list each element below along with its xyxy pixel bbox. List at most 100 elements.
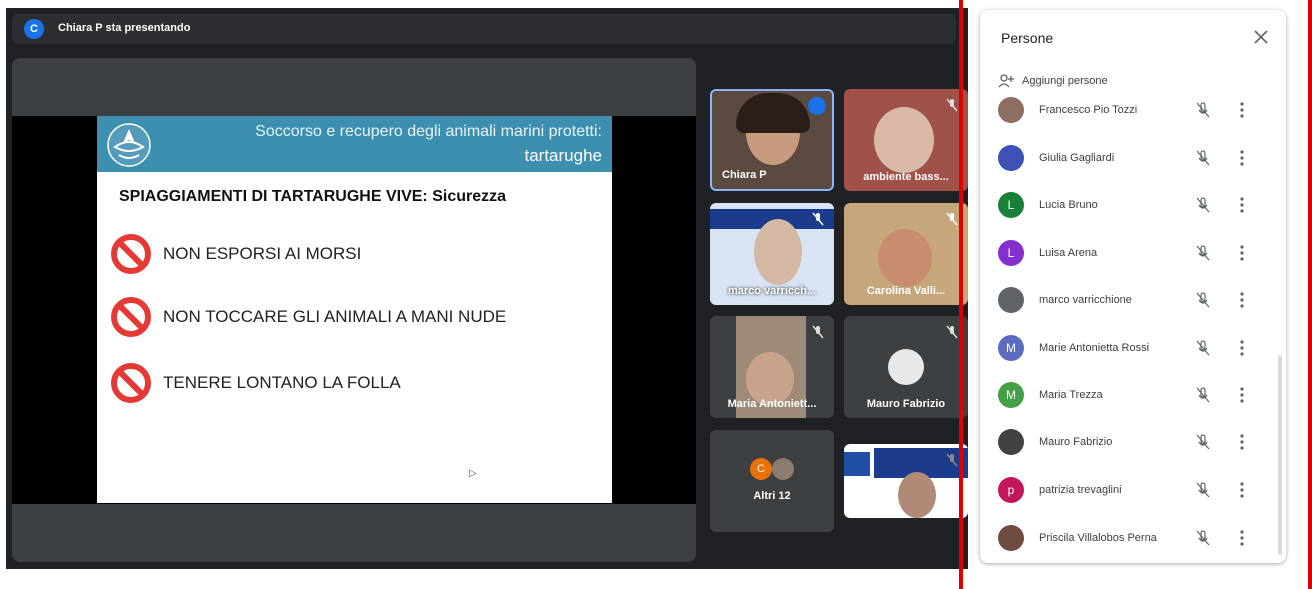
participant-video	[754, 219, 802, 285]
others-avatar	[772, 458, 794, 480]
mic-off-icon[interactable]	[1195, 292, 1211, 308]
add-person-icon	[998, 74, 1014, 88]
mic-off-icon[interactable]	[1195, 530, 1211, 546]
participant-avatar	[998, 287, 1024, 313]
slide-bullet-text: NON TOCCARE GLI ANIMALI A MANI NUDE	[163, 307, 507, 326]
participant-tile-interreg[interactable]	[844, 444, 968, 518]
participant-tile-maria-antonietta[interactable]: Maria Antoniett...	[710, 316, 834, 418]
more-options-icon[interactable]	[1237, 432, 1247, 452]
presenter-bar: C Chiara P sta presentando	[12, 14, 956, 44]
presentation-slide: Soccorso e recupero degli animali marini…	[97, 116, 612, 503]
slide-bullet: TENERE LONTANO LA FOLLA	[111, 363, 401, 403]
participant-list-item[interactable]: Francesco Pio Tozzi	[998, 95, 1268, 125]
mic-off-icon[interactable]	[1195, 197, 1211, 213]
mic-off-icon	[946, 98, 958, 112]
participant-name: Francesco Pio Tozzi	[1039, 104, 1138, 116]
more-options-icon[interactable]	[1237, 385, 1247, 405]
participant-list-item[interactable]: Mauro Fabrizio	[998, 427, 1268, 457]
people-panel: Persone Aggiungi persone Francesco Pio T…	[980, 10, 1286, 563]
participant-tile-marco[interactable]: marco varricch...	[710, 203, 834, 305]
annotation-line	[1308, 0, 1312, 589]
mic-off-icon[interactable]	[1195, 340, 1211, 356]
participant-name: Luisa Arena	[1039, 247, 1098, 259]
participant-name: ambiente bass...	[863, 171, 949, 183]
add-people-button[interactable]: Aggiungi persone	[998, 74, 1108, 88]
participant-avatar: M	[998, 382, 1024, 408]
slide-header: Soccorso e recupero degli animali marini…	[97, 116, 612, 172]
participant-avatar	[888, 349, 924, 385]
slide-bullet-text: NON ESPORSI AI MORSI	[163, 244, 362, 263]
participant-name: Marie Antonietta Rossi	[1039, 342, 1150, 354]
participant-name: Chiara P	[722, 169, 767, 181]
participant-avatar: p	[998, 477, 1024, 503]
participant-name: marco varricchione	[1039, 294, 1132, 306]
others-avatar: C	[750, 458, 772, 480]
close-icon[interactable]	[1252, 28, 1270, 46]
more-options-icon[interactable]	[1237, 338, 1247, 358]
mic-off-icon[interactable]	[1195, 482, 1211, 498]
participant-list-item[interactable]: p patrizia trevaglini	[998, 475, 1268, 505]
more-options-icon[interactable]	[1237, 100, 1247, 120]
participant-avatar	[998, 97, 1024, 123]
participant-name: Priscila Villalobos Perna	[1039, 532, 1157, 544]
participant-name: patrizia trevaglini	[1039, 484, 1122, 496]
participant-list-item[interactable]: Priscila Villalobos Perna	[998, 523, 1268, 553]
presenter-label: Chiara P sta presentando	[58, 22, 191, 34]
mic-off-icon[interactable]	[1195, 150, 1211, 166]
participant-video	[898, 472, 936, 518]
participant-name: Mauro Fabrizio	[866, 398, 946, 410]
participant-name: Lucia Bruno	[1039, 199, 1098, 211]
participant-list-item[interactable]: marco varricchione	[998, 285, 1268, 315]
mic-off-icon	[946, 212, 958, 226]
participant-list-item[interactable]: L Lucia Bruno	[998, 190, 1268, 220]
add-people-label: Aggiungi persone	[1022, 75, 1108, 87]
participant-list-item[interactable]: M Marie Antonietta Rossi	[998, 333, 1268, 363]
mic-off-icon[interactable]	[1195, 434, 1211, 450]
slide-heading: SPIAGGIAMENTI DI TARTARUGHE VIVE: Sicure…	[119, 188, 507, 205]
participant-video	[736, 93, 810, 133]
participant-avatar: L	[998, 192, 1024, 218]
panel-title: Persone	[1001, 30, 1054, 46]
panel-scrollbar[interactable]	[1278, 355, 1282, 555]
mic-off-icon[interactable]	[1195, 102, 1211, 118]
prohibition-icon	[111, 234, 151, 274]
participant-tile-chiara[interactable]: Chiara P	[710, 89, 834, 191]
participant-avatar	[998, 525, 1024, 551]
participant-name: Carolina Valli...	[866, 285, 946, 297]
participant-video	[874, 107, 934, 173]
more-options-icon[interactable]	[1237, 195, 1247, 215]
mic-off-icon[interactable]	[1195, 245, 1211, 261]
more-options-icon[interactable]	[1237, 290, 1247, 310]
slide-title-line2: tartarughe	[524, 146, 603, 165]
mic-off-icon[interactable]	[1195, 387, 1211, 403]
participant-list-item[interactable]: Giulia Gagliardi	[998, 143, 1268, 173]
slide-title-line1: Soccorso e recupero degli animali marini…	[255, 123, 602, 140]
participant-tile-others[interactable]: C Altri 12	[710, 430, 834, 532]
mouse-cursor-icon: ▷	[469, 468, 477, 479]
more-options-icon[interactable]	[1237, 528, 1247, 548]
slide-bullet: NON ESPORSI AI MORSI	[111, 234, 361, 274]
more-options-icon[interactable]	[1237, 243, 1247, 263]
mic-off-icon	[946, 325, 958, 339]
participant-list-item[interactable]: M Maria Trezza	[998, 380, 1268, 410]
participant-tile-mauro[interactable]: Mauro Fabrizio	[844, 316, 968, 418]
others-count: Altri 12	[753, 490, 791, 502]
participant-avatar	[998, 145, 1024, 171]
participant-name: Giulia Gagliardi	[1039, 152, 1115, 164]
speaking-indicator-icon	[808, 97, 826, 115]
more-options-icon[interactable]	[1237, 480, 1247, 500]
participant-avatar	[998, 429, 1024, 455]
participant-name: Mauro Fabrizio	[1039, 436, 1113, 448]
participant-tile-ambiente[interactable]: ambiente bass...	[844, 89, 968, 191]
prohibition-icon	[111, 297, 151, 337]
participant-name: Maria Trezza	[1039, 389, 1103, 401]
slide-bullet: NON TOCCARE GLI ANIMALI A MANI NUDE	[111, 297, 506, 337]
mic-off-icon	[946, 453, 958, 467]
participant-name: Maria Antoniett...	[727, 398, 817, 410]
participant-name: marco varricch...	[727, 285, 817, 297]
slide-bullet-text: TENERE LONTANO LA FOLLA	[163, 373, 401, 392]
participant-list-item[interactable]: L Luisa Arena	[998, 238, 1268, 268]
more-options-icon[interactable]	[1237, 148, 1247, 168]
participant-tile-carolina[interactable]: Carolina Valli...	[844, 203, 968, 305]
organization-logo-icon	[107, 123, 151, 167]
